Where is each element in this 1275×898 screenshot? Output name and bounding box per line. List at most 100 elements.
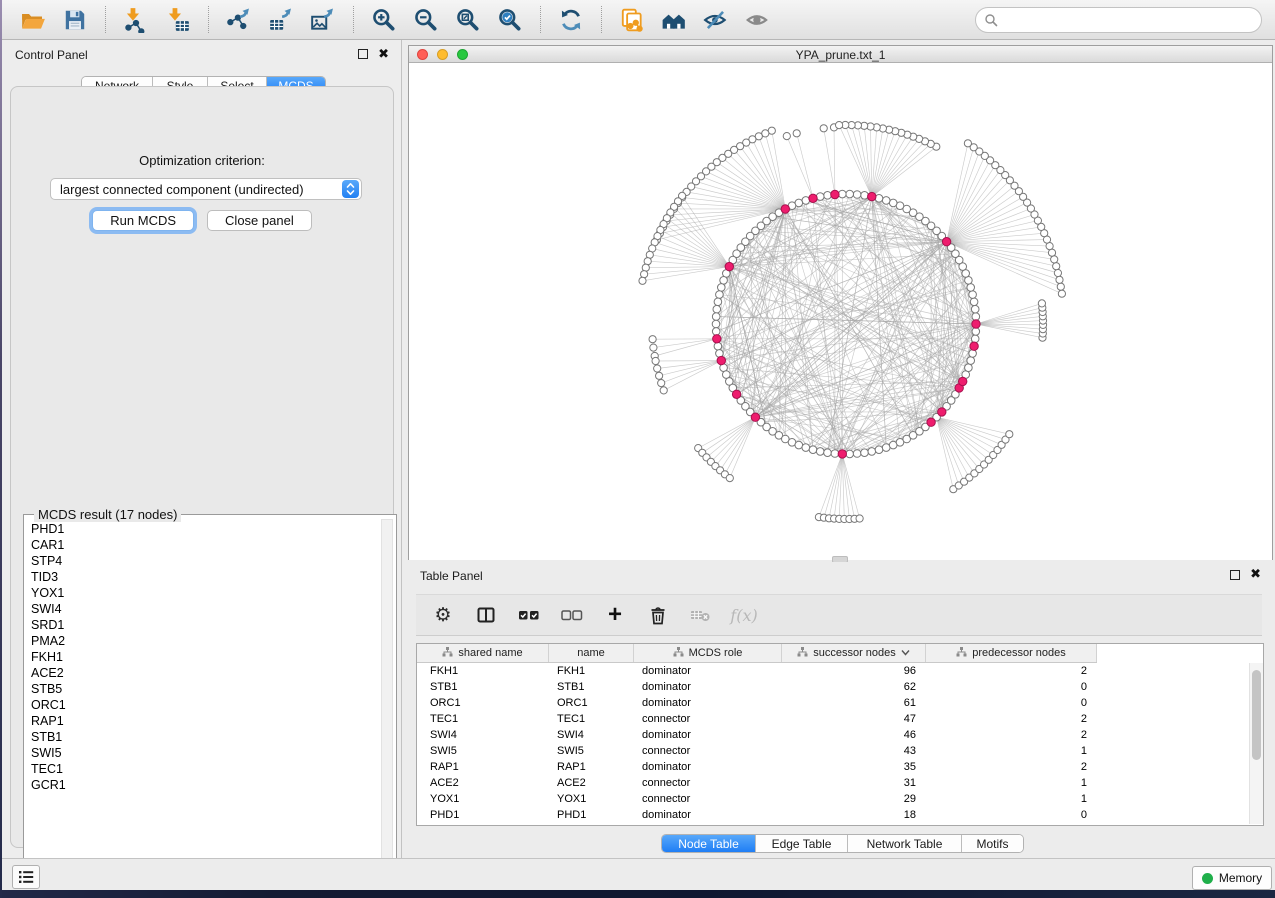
network-node[interactable]	[656, 372, 663, 379]
unselect-all-icon[interactable]	[559, 602, 585, 628]
network-node[interactable]	[783, 133, 790, 140]
columns-icon[interactable]	[473, 602, 499, 628]
mcds-node[interactable]	[751, 413, 759, 421]
export-table-icon[interactable]	[266, 5, 296, 35]
mcds-node-item[interactable]: TID3	[31, 569, 380, 585]
network-node[interactable]	[712, 320, 720, 328]
network-node[interactable]	[861, 192, 869, 200]
network-node[interactable]	[971, 305, 979, 313]
column-header-shared-name[interactable]: shared name	[417, 644, 549, 662]
mcds-node-item[interactable]: TEC1	[31, 761, 380, 777]
network-node[interactable]	[1058, 290, 1065, 297]
network-node[interactable]	[712, 313, 720, 321]
open-file-icon[interactable]	[18, 5, 48, 35]
network-node[interactable]	[831, 450, 839, 458]
search-input[interactable]	[998, 10, 1261, 30]
network-node[interactable]	[1056, 276, 1063, 283]
mcds-node-item[interactable]: RAP1	[31, 713, 380, 729]
network-node[interactable]	[641, 271, 648, 278]
table-row[interactable]: ORC1ORC1dominator610	[417, 695, 1249, 711]
mcds-node-item[interactable]: PHD1	[31, 521, 380, 537]
network-node[interactable]	[856, 515, 863, 522]
network-node[interactable]	[720, 277, 728, 285]
network-node[interactable]	[853, 450, 861, 458]
network-node[interactable]	[726, 475, 733, 482]
network-node[interactable]	[846, 190, 854, 198]
memory-button[interactable]: Memory	[1192, 866, 1272, 890]
network-node[interactable]	[658, 380, 665, 387]
network-node[interactable]	[964, 140, 971, 147]
network-node[interactable]	[652, 357, 659, 364]
mcds-node-item[interactable]: CAR1	[31, 537, 380, 553]
table-row[interactable]: FKH1FKH1dominator962	[417, 663, 1249, 679]
mcds-node[interactable]	[959, 377, 967, 385]
table-row[interactable]: PHD1PHD1dominator180	[417, 807, 1249, 823]
settings-icon[interactable]: ⚙	[430, 602, 456, 628]
network-node[interactable]	[816, 448, 824, 456]
network-node[interactable]	[967, 284, 975, 292]
mcds-node[interactable]	[938, 408, 946, 416]
import-network-icon[interactable]	[121, 5, 151, 35]
run-mcds-button[interactable]: Run MCDS	[92, 210, 194, 231]
close-panel-icon[interactable]: ✖	[378, 46, 389, 62]
result-scrollbar[interactable]	[381, 519, 393, 880]
delete-row-icon[interactable]	[645, 602, 671, 628]
network-node[interactable]	[650, 344, 657, 351]
mcds-node[interactable]	[970, 342, 978, 350]
tab-edge-table[interactable]: Edge Table	[756, 835, 848, 852]
optimization-criterion-select[interactable]: largest connected component (undirected)	[50, 178, 362, 200]
network-node[interactable]	[820, 125, 827, 132]
mcds-node[interactable]	[725, 262, 733, 270]
zoom-out-icon[interactable]	[411, 5, 441, 35]
table-scrollbar[interactable]	[1249, 663, 1263, 824]
close-panel-button[interactable]: Close panel	[207, 210, 312, 231]
network-node[interactable]	[793, 130, 800, 137]
mcds-node[interactable]	[781, 205, 789, 213]
table-row[interactable]: TEC1TEC1connector472	[417, 711, 1249, 727]
network-canvas[interactable]	[409, 63, 1272, 560]
network-node[interactable]	[716, 291, 724, 299]
mcds-node-item[interactable]: ACE2	[31, 665, 380, 681]
network-node[interactable]	[969, 291, 977, 299]
mcds-node-item[interactable]: STB1	[31, 729, 380, 745]
mcds-result-list[interactable]: PHD1CAR1STP4TID3YOX1SWI4SRD1PMA2FKH1ACE2…	[25, 521, 380, 882]
column-header-name[interactable]: name	[549, 644, 634, 662]
network-node[interactable]	[861, 449, 869, 457]
mcds-node-item[interactable]: YOX1	[31, 585, 380, 601]
first-neighbors-icon[interactable]	[659, 5, 689, 35]
network-node[interactable]	[1057, 283, 1064, 290]
network-node[interactable]	[972, 328, 980, 336]
network-node[interactable]	[846, 450, 854, 458]
mcds-node-item[interactable]: SWI4	[31, 601, 380, 617]
table-row[interactable]: ACE2ACE2connector311	[417, 775, 1249, 791]
network-node[interactable]	[714, 298, 722, 306]
network-node[interactable]	[972, 313, 980, 321]
mcds-node-item[interactable]: GCR1	[31, 777, 380, 793]
mcds-node-item[interactable]: SRD1	[31, 617, 380, 633]
table-row[interactable]: STB1STB1dominator620	[417, 679, 1249, 695]
clone-network-icon[interactable]	[617, 5, 647, 35]
float-panel-icon[interactable]	[358, 49, 368, 59]
float-table-panel-icon[interactable]	[1230, 570, 1240, 580]
save-session-icon[interactable]	[60, 5, 90, 35]
network-node[interactable]	[654, 365, 661, 372]
network-node[interactable]	[875, 446, 883, 454]
column-header-successor-nodes[interactable]: successor nodes	[782, 644, 926, 662]
network-node[interactable]	[882, 197, 890, 205]
export-network-icon[interactable]	[224, 5, 254, 35]
table-row[interactable]: YOX1YOX1connector291	[417, 791, 1249, 807]
show-all-icon[interactable]	[743, 5, 773, 35]
mcds-node-item[interactable]: STB5	[31, 681, 380, 697]
network-node[interactable]	[1006, 431, 1013, 438]
network-node[interactable]	[713, 305, 721, 313]
add-row-icon[interactable]: +	[602, 602, 628, 628]
column-header-predecessor-nodes[interactable]: predecessor nodes	[926, 644, 1097, 662]
network-node[interactable]	[824, 192, 832, 200]
refresh-icon[interactable]	[556, 5, 586, 35]
column-header-MCDS-role[interactable]: MCDS role	[634, 644, 782, 662]
tab-network-table[interactable]: Network Table	[848, 835, 962, 852]
network-node[interactable]	[836, 122, 843, 129]
search-box[interactable]	[975, 7, 1262, 33]
mcds-node[interactable]	[927, 418, 935, 426]
network-node[interactable]	[839, 190, 847, 198]
